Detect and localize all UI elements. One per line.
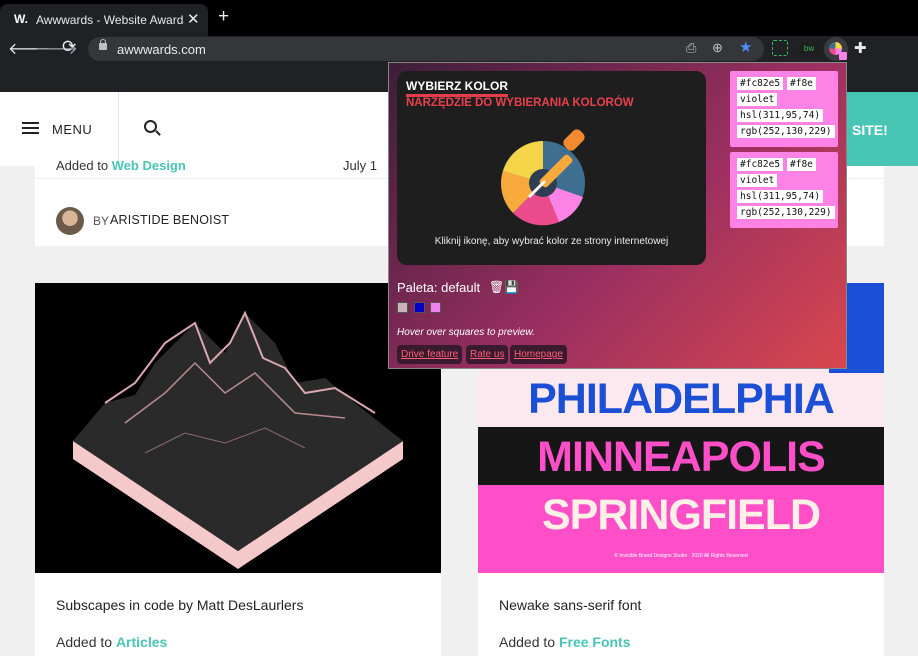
search-icon[interactable] bbox=[144, 120, 157, 133]
new-tab-button[interactable]: + bbox=[218, 6, 229, 28]
color-name-chip[interactable]: violet bbox=[737, 174, 778, 187]
hamburger-icon bbox=[22, 122, 39, 134]
popup-subtitle: NARZĘDZIE DO WYBIERANIA KOLORÓW bbox=[406, 97, 634, 109]
extension-bw-icon[interactable]: bw bbox=[799, 43, 819, 55]
star-icon[interactable]: ★ bbox=[739, 38, 752, 56]
hsl-chip[interactable]: hsl(311,95,74) bbox=[737, 109, 824, 122]
font-sample-footer: © Invisible Brand Designs Studio · 2020 … bbox=[614, 553, 748, 559]
menu-label: MENU bbox=[52, 122, 93, 137]
trash-icon[interactable]: 🗑 bbox=[489, 280, 504, 294]
font-sample-line: SPRINGFIELD bbox=[541, 491, 821, 539]
category-link[interactable]: Web Design bbox=[112, 158, 186, 173]
hex-chip[interactable]: #fc82e5 bbox=[737, 158, 784, 171]
card-title[interactable]: Subscapes in code by Matt DesLaurlers bbox=[56, 597, 303, 613]
color-name-chip[interactable]: violet bbox=[737, 93, 778, 106]
added-to-text: Added to Articles bbox=[56, 634, 168, 650]
font-sample-line: MINNEAPOLIS bbox=[537, 433, 826, 481]
author-name[interactable]: ARISTIDE BENOIST bbox=[110, 213, 229, 227]
picker-hint: Kliknij ikonę, aby wybrać kolor ze stron… bbox=[434, 236, 669, 247]
short-hex-chip[interactable]: #f8e bbox=[787, 158, 816, 171]
url-text[interactable]: awwwards.com bbox=[117, 42, 206, 57]
terrain-illustration bbox=[73, 310, 403, 569]
header-divider bbox=[118, 92, 119, 166]
color-picker-extension-icon[interactable] bbox=[824, 37, 848, 61]
browser-tab-bar: W. Awwwards - Website Awards - Be ✕ + bbox=[0, 0, 918, 36]
save-icon[interactable]: 💾 bbox=[504, 280, 519, 294]
hex-chip[interactable]: #fc82e5 bbox=[737, 77, 784, 90]
reload-icon[interactable]: ⟳ bbox=[62, 37, 76, 57]
rate-us-link[interactable]: Rate us bbox=[466, 345, 509, 364]
awwwards-favicon-icon: W. bbox=[14, 12, 28, 26]
tab-close-icon[interactable]: ✕ bbox=[187, 10, 200, 28]
palette-swatch[interactable] bbox=[397, 302, 408, 313]
rgb-chip[interactable]: rgb(252,130,229) bbox=[737, 125, 835, 138]
article-card[interactable]: Subscapes in code by Matt DesLaurlers Ad… bbox=[35, 283, 441, 656]
added-to-text: Added to Web Design bbox=[56, 158, 186, 173]
by-label: BY bbox=[93, 214, 110, 228]
browser-tab[interactable]: W. Awwwards - Website Awards - Be ✕ bbox=[0, 4, 208, 36]
menu-button[interactable]: MENU bbox=[22, 120, 102, 138]
picker-panel[interactable]: WYBIERZ KOLOR NARZĘDZIE DO WYBIERANIA KO… bbox=[397, 71, 706, 265]
rgb-chip[interactable]: rgb(252,130,229) bbox=[737, 206, 835, 219]
lock-icon[interactable] bbox=[99, 39, 107, 50]
submit-site-button[interactable]: SITE! bbox=[844, 92, 918, 166]
card-title[interactable]: Newake sans-serif font bbox=[499, 597, 641, 613]
date-text: July 1 bbox=[343, 158, 377, 173]
palette-swatch[interactable] bbox=[414, 302, 425, 313]
eyedropper-icon[interactable] bbox=[499, 127, 599, 227]
drive-feature-link[interactable]: Drive feature bbox=[397, 345, 463, 364]
palette-swatch[interactable] bbox=[430, 302, 441, 313]
color-info-box[interactable]: #fc82e5 #f8e violet hsl(311,95,74) rgb(2… bbox=[730, 152, 838, 228]
tab-title: Awwwards - Website Awards - Be bbox=[36, 13, 184, 27]
category-link[interactable]: Articles bbox=[116, 634, 167, 650]
card-thumbnail[interactable] bbox=[35, 283, 441, 573]
font-sample-line: PHILADELPHIA bbox=[528, 375, 835, 423]
popup-title: WYBIERZ KOLOR bbox=[406, 79, 508, 97]
short-hex-chip[interactable]: #f8e bbox=[787, 77, 816, 90]
install-icon[interactable]: ⎙ bbox=[686, 40, 696, 56]
hover-hint: Hover over squares to preview. bbox=[397, 327, 535, 338]
color-picker-popup: WYBIERZ KOLOR NARZĘDZIE DO WYBIERANIA KO… bbox=[388, 62, 847, 369]
hsl-chip[interactable]: hsl(311,95,74) bbox=[737, 190, 824, 203]
puzzle-icon[interactable]: ✚ bbox=[854, 39, 867, 57]
avatar[interactable] bbox=[56, 207, 84, 235]
category-link[interactable]: Free Fonts bbox=[559, 634, 631, 650]
zoom-icon[interactable]: ⊕ bbox=[712, 40, 723, 56]
extension-dashed-icon[interactable] bbox=[772, 40, 788, 56]
added-to-text: Added to Free Fonts bbox=[499, 634, 631, 650]
address-bar[interactable]: awwwards.com ⎙ ⊕ ★ bbox=[88, 37, 764, 61]
color-info-box[interactable]: #fc82e5 #f8e violet hsl(311,95,74) rgb(2… bbox=[730, 71, 838, 147]
current-color-swatch bbox=[839, 52, 847, 60]
palette-label: Paleta: default bbox=[397, 280, 481, 295]
homepage-link[interactable]: Homepage bbox=[510, 345, 567, 364]
